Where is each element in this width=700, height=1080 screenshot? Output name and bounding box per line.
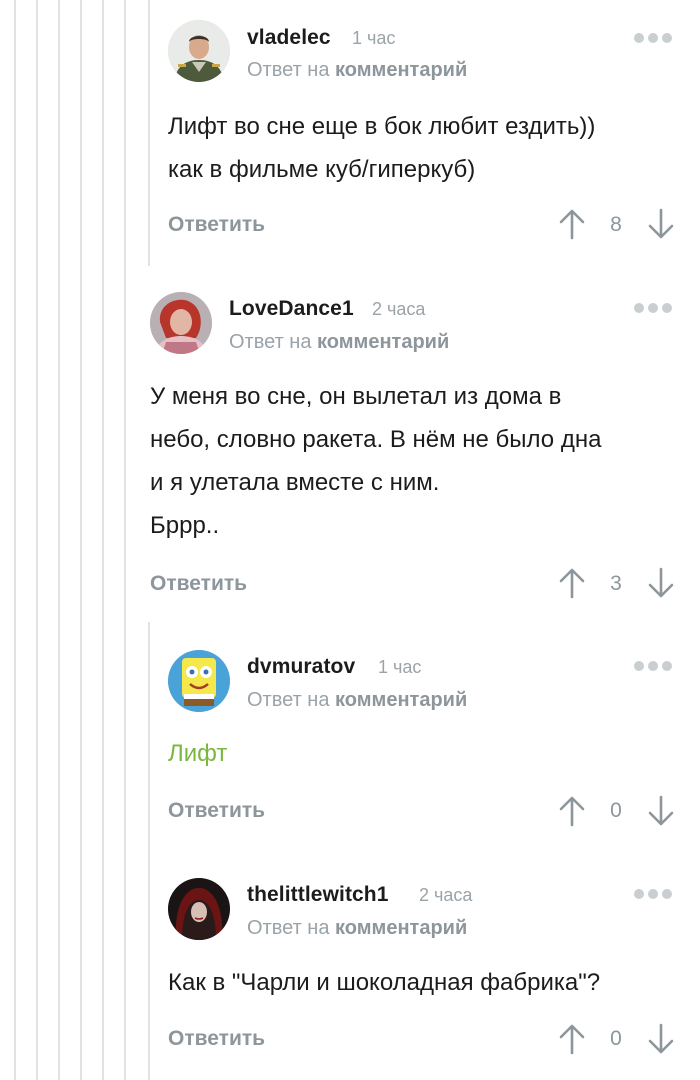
arrow-down-icon[interactable] <box>647 208 675 240</box>
avatar[interactable] <box>168 878 230 940</box>
rating-value: 0 <box>610 799 622 822</box>
reply-to-prefix: Ответ на <box>247 689 330 711</box>
rating-value: 3 <box>610 572 622 595</box>
arrow-down-icon[interactable] <box>647 1023 675 1055</box>
comment-author[interactable]: dvmuratov <box>247 655 355 679</box>
comment-text: Как в "Чарли и шоколадная фабрика"? <box>168 969 601 996</box>
avatar[interactable] <box>168 20 230 82</box>
thread-line <box>14 0 16 1080</box>
thread-line <box>102 0 104 1080</box>
reply-to-link[interactable]: комментарий <box>335 917 467 939</box>
thread-line <box>148 0 150 266</box>
reply-to-prefix: Ответ на <box>247 59 330 81</box>
reply-to-link[interactable]: комментарий <box>317 331 449 353</box>
reply-to-line: Ответ на комментарий <box>247 917 467 940</box>
comment-time: 1 час <box>352 28 396 48</box>
reply-button[interactable]: Ответить <box>168 1027 265 1051</box>
comment-text: У меня во сне, он вылетал из дома в небо… <box>150 383 602 539</box>
arrow-up-icon[interactable] <box>558 567 586 599</box>
thread-line <box>148 622 150 1080</box>
thread-line <box>80 0 82 1080</box>
arrow-down-icon[interactable] <box>647 567 675 599</box>
arrow-up-icon[interactable] <box>558 208 586 240</box>
more-dots-icon[interactable] <box>634 303 672 313</box>
reply-button[interactable]: Ответить <box>168 799 265 823</box>
reply-to-link[interactable]: комментарий <box>335 689 467 711</box>
reply-to-prefix: Ответ на <box>247 917 330 939</box>
rating-value: 8 <box>610 213 622 236</box>
reply-to-line: Ответ на комментарий <box>247 59 467 82</box>
reply-to-prefix: Ответ на <box>229 331 312 353</box>
thread-line <box>58 0 60 1080</box>
arrow-up-icon[interactable] <box>558 795 586 827</box>
comment-time: 1 час <box>378 657 422 677</box>
more-dots-icon[interactable] <box>634 661 672 671</box>
reply-to-line: Ответ на комментарий <box>247 689 467 712</box>
thread-line <box>36 0 38 1080</box>
rating-value: 0 <box>610 1027 622 1050</box>
comment-author[interactable]: vladelec <box>247 26 331 50</box>
reply-button[interactable]: Ответить <box>150 572 247 596</box>
thread-line <box>124 0 126 1080</box>
avatar[interactable] <box>150 292 212 354</box>
reply-to-link[interactable]: комментарий <box>335 59 467 81</box>
more-dots-icon[interactable] <box>634 889 672 899</box>
reply-to-line: Ответ на комментарий <box>229 331 449 354</box>
more-dots-icon[interactable] <box>634 33 672 43</box>
comment-author[interactable]: thelittlewitch1 <box>247 883 389 907</box>
comment-text: Лифт <box>168 740 228 767</box>
comment-time: 2 часа <box>372 299 426 319</box>
comment-author[interactable]: LoveDance1 <box>229 297 354 321</box>
comment-text: Лифт во сне еще в бок любит ездить)) как… <box>168 113 596 183</box>
avatar[interactable] <box>168 650 230 712</box>
reply-button[interactable]: Ответить <box>168 213 265 237</box>
arrow-down-icon[interactable] <box>647 795 675 827</box>
comment-time: 2 часа <box>419 885 473 905</box>
arrow-up-icon[interactable] <box>558 1023 586 1055</box>
